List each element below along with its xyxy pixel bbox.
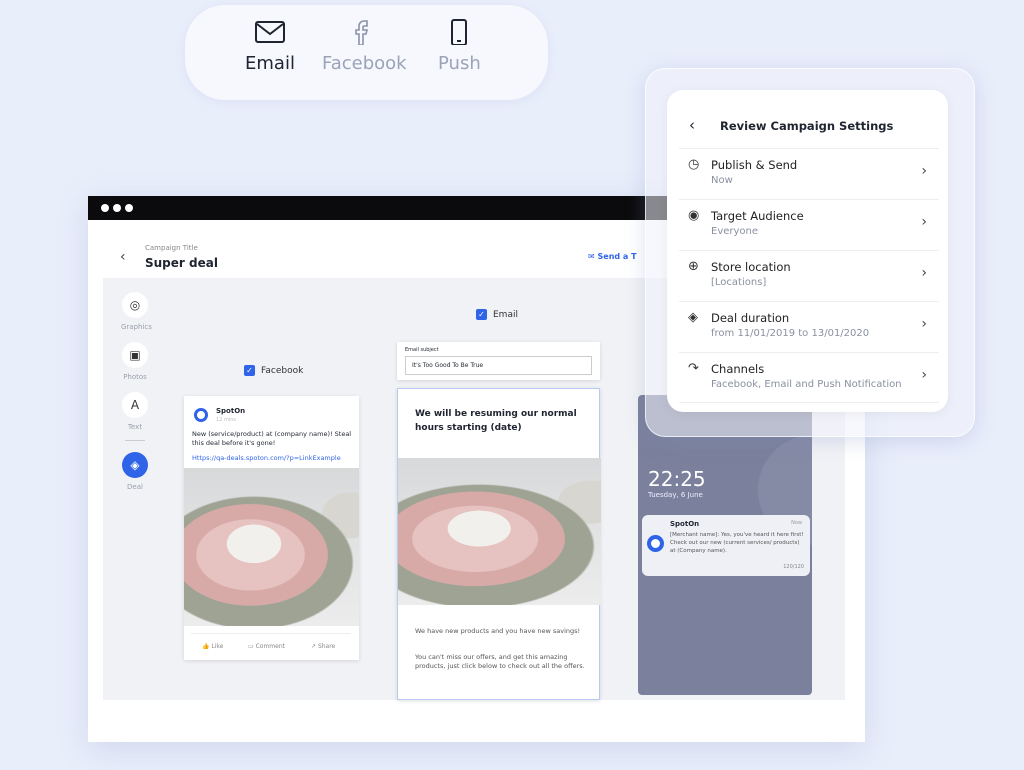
row-target-audience[interactable]: ◉ Target Audience Everyone › xyxy=(679,199,939,250)
tool-text[interactable]: A Text xyxy=(121,392,149,431)
tool-photos[interactable]: ▣ Photos xyxy=(121,342,149,381)
phone-icon xyxy=(451,19,468,45)
row-channels[interactable]: ↷ Channels Facebook, Email and Push Notifi… xyxy=(679,352,939,403)
row-deal-duration[interactable]: ◈ Deal duration from 11/01/2019 to 13/01/2… xyxy=(679,301,939,352)
email-checkbox[interactable]: ✓ Email xyxy=(476,309,518,320)
audience-icon: ◉ xyxy=(688,208,700,223)
tag-icon: ◈ xyxy=(122,452,148,478)
row-store-location[interactable]: ⊕ Store location [Locations] › xyxy=(679,250,939,301)
send-test-button[interactable]: ✉ Send a T xyxy=(588,252,637,261)
post-image xyxy=(184,468,359,626)
channel-push[interactable]: Push xyxy=(438,19,481,74)
envelope-icon xyxy=(254,21,285,43)
location-icon: ⊕ xyxy=(688,259,699,274)
chevron-right-icon: › xyxy=(921,265,927,281)
like-button[interactable]: 👍 Like xyxy=(202,643,223,650)
facebook-checkbox[interactable]: ✓ Facebook xyxy=(244,365,303,376)
back-icon[interactable]: ‹ xyxy=(689,116,695,134)
comment-button[interactable]: ▭ Comment xyxy=(248,643,285,650)
tool-deal[interactable]: ◈ Deal xyxy=(121,452,149,491)
envelope-icon: ✉ xyxy=(588,252,598,261)
channel-label: Facebook xyxy=(322,53,407,74)
facebook-icon xyxy=(355,20,369,45)
panel-title: Review Campaign Settings xyxy=(720,119,894,133)
email-subject-input[interactable]: It's Too Good To Be True xyxy=(405,356,592,375)
back-icon[interactable]: ‹ xyxy=(120,249,126,265)
push-notification: SpotOn Now [Merchant name]: Yes, you've … xyxy=(642,515,810,576)
review-campaign-panel: ‹ Review Campaign Settings ◷ Publish & Se… xyxy=(667,90,948,412)
spoton-logo xyxy=(194,408,208,422)
tag-icon: ◈ xyxy=(688,310,698,325)
facebook-preview: SpotOn 12 mins New (service/product) at … xyxy=(184,396,359,660)
channel-selector: Email Facebook Push xyxy=(185,5,548,100)
lock-date: Tuesday, 6 June xyxy=(648,491,703,499)
row-publish-send[interactable]: ◷ Publish & Send Now › xyxy=(679,148,939,199)
graphics-icon: ◎ xyxy=(122,292,148,318)
email-subject: Email subject It's Too Good To Be True xyxy=(397,342,600,380)
email-image xyxy=(398,458,601,605)
channel-facebook[interactable]: Facebook xyxy=(322,19,407,74)
lock-time: 22:25 xyxy=(648,467,706,491)
post-time: 12 mins xyxy=(216,417,236,423)
push-preview: 22:25 Tuesday, 6 June SpotOn Now [Mercha… xyxy=(638,395,812,695)
chevron-right-icon: › xyxy=(921,367,927,383)
email-headline: We will be resuming our normal hours sta… xyxy=(415,409,577,433)
campaign-title: Super deal xyxy=(145,256,218,270)
clock-icon: ◷ xyxy=(688,157,700,172)
chevron-right-icon: › xyxy=(921,214,927,230)
channel-email[interactable]: Email xyxy=(245,19,295,74)
share-icon: ↷ xyxy=(688,361,699,376)
chevron-right-icon: › xyxy=(921,316,927,332)
email-preview: We will be resuming our normal hours sta… xyxy=(397,388,601,700)
share-button[interactable]: ↗ Share xyxy=(311,643,335,650)
photo-add-icon: ▣ xyxy=(122,342,148,368)
channel-label: Push xyxy=(438,53,481,74)
text-icon: A xyxy=(122,392,148,418)
channel-label: Email xyxy=(245,53,295,74)
tool-graphics[interactable]: ◎ Graphics xyxy=(121,292,152,331)
post-link[interactable]: Https://qa-deals.spoton.com/?p=LinkExamp… xyxy=(192,454,341,462)
campaign-title-label: Campaign Title xyxy=(145,244,198,252)
post-text: New (service/product) at (company name)!… xyxy=(192,430,352,447)
page-name: SpotOn xyxy=(216,407,246,415)
chevron-right-icon: › xyxy=(921,163,927,179)
